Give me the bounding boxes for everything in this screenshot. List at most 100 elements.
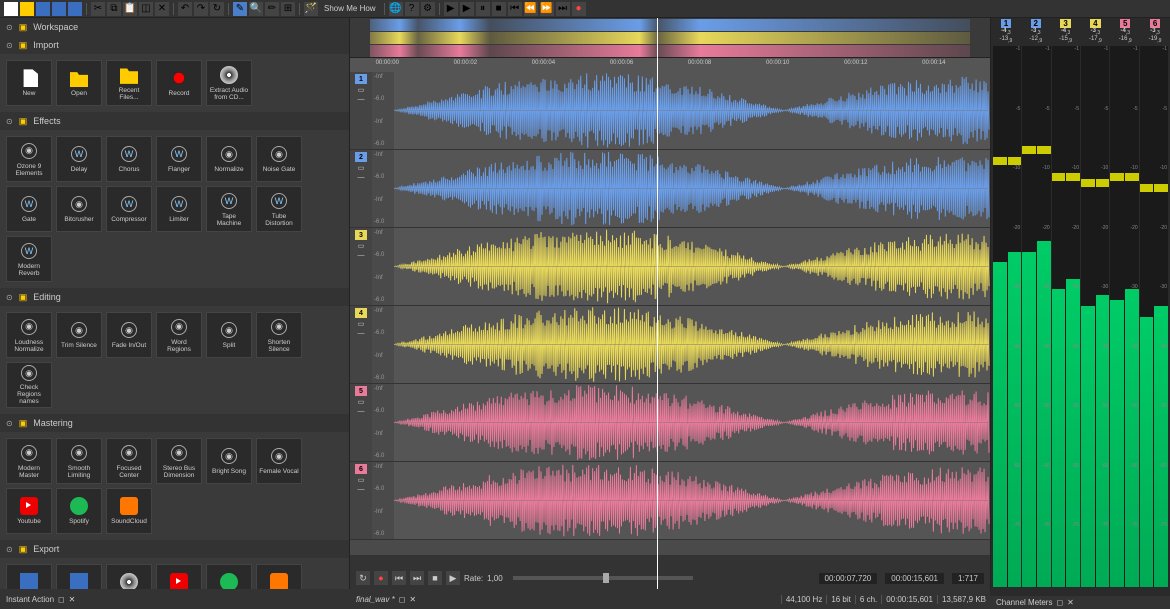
help-button[interactable]: ? xyxy=(405,2,419,16)
tool-modern-reverb[interactable]: WModern Reverb xyxy=(6,236,52,282)
stop-button[interactable]: ■ xyxy=(492,2,506,16)
show-me-how-icon[interactable]: 🪄 xyxy=(304,2,318,16)
rate-slider[interactable] xyxy=(513,576,693,580)
section-header-editing[interactable]: ⊙▣Editing xyxy=(0,288,349,306)
go-end-button[interactable]: ⏭ xyxy=(410,571,424,585)
stop-button[interactable]: ■ xyxy=(428,571,442,585)
record-button[interactable]: ● xyxy=(572,2,586,16)
close-icon[interactable]: ✕ xyxy=(1067,598,1074,607)
tool-recent-files-[interactable]: Recent Files... xyxy=(106,60,152,106)
pin-icon[interactable]: ◻ xyxy=(58,595,65,604)
tool-focused-center[interactable]: ◉Focused Center xyxy=(106,438,152,484)
track-minimize-icon[interactable]: ▭ xyxy=(358,398,365,406)
track-settings-icon[interactable]: — xyxy=(358,96,365,103)
track-header[interactable]: 3 ▭ — xyxy=(350,228,372,305)
tool-ozone-9-elements[interactable]: ◉Ozone 9 Elements xyxy=(6,136,52,182)
save-as-button[interactable] xyxy=(52,2,66,16)
track-settings-icon[interactable]: — xyxy=(358,486,365,493)
tool-spotify[interactable]: Spotify xyxy=(56,488,102,534)
track-minimize-icon[interactable]: ▭ xyxy=(358,164,365,172)
track-waveform[interactable] xyxy=(394,228,990,305)
loop-button[interactable]: ↻ xyxy=(356,571,370,585)
save-all-button[interactable] xyxy=(68,2,82,16)
track-header[interactable]: 4 ▭ — xyxy=(350,306,372,383)
tool-flanger[interactable]: WFlanger xyxy=(156,136,202,182)
settings-button[interactable]: ⚙ xyxy=(421,2,435,16)
track-header[interactable]: 6 ▭ — xyxy=(350,462,372,539)
tool-event-button[interactable]: ⊞ xyxy=(281,2,295,16)
go-start-button[interactable]: ⏮ xyxy=(392,571,406,585)
track-minimize-icon[interactable]: ▭ xyxy=(358,242,365,250)
play-button[interactable]: ▶ xyxy=(444,2,458,16)
pin-icon[interactable]: ◻ xyxy=(399,595,406,604)
pause-button[interactable]: ⏸ xyxy=(476,2,490,16)
play-all-button[interactable]: ▶ xyxy=(460,2,474,16)
track-minimize-icon[interactable]: ▭ xyxy=(358,476,365,484)
tool-bright-song[interactable]: ◉Bright Song xyxy=(206,438,252,484)
tool-bitcrusher[interactable]: ◉Bitcrusher xyxy=(56,186,102,232)
tool-shorten-silence[interactable]: ◉Shorten Silence xyxy=(256,312,302,358)
tool-open[interactable]: Open xyxy=(56,60,102,106)
tool-save-as-[interactable]: Save As... xyxy=(56,564,102,589)
tool-check-regions-names[interactable]: ◉Check Regions names xyxy=(6,362,52,408)
pin-icon[interactable]: ◻ xyxy=(1056,598,1063,607)
tool-magnify-button[interactable]: 🔍 xyxy=(249,2,263,16)
tool-stereo-bus-dimension[interactable]: ◉Stereo Bus Dimension xyxy=(156,438,202,484)
track-minimize-icon[interactable]: ▭ xyxy=(358,86,365,94)
delete-button[interactable]: ✕ xyxy=(155,2,169,16)
tool-chorus[interactable]: WChorus xyxy=(106,136,152,182)
tool-trim-silence[interactable]: ◉Trim Silence xyxy=(56,312,102,358)
tool-pencil-button[interactable]: ✏ xyxy=(265,2,279,16)
section-header-effects[interactable]: ⊙▣Effects xyxy=(0,112,349,130)
show-me-how-label[interactable]: Show Me How xyxy=(320,4,380,13)
tool-record[interactable]: Record xyxy=(156,60,202,106)
copy-button[interactable]: ⧉ xyxy=(107,2,121,16)
tool-soundcloud[interactable]: SoundCloud xyxy=(256,564,302,589)
tool-delay[interactable]: WDelay xyxy=(56,136,102,182)
open-button[interactable] xyxy=(20,2,34,16)
track-settings-icon[interactable]: — xyxy=(358,174,365,181)
tool-youtube[interactable]: Youtube xyxy=(6,488,52,534)
section-header-workspace[interactable]: ⊙▣Workspace xyxy=(0,18,349,36)
go-end-button[interactable]: ⏭ xyxy=(556,2,570,16)
mix-button[interactable]: ◫ xyxy=(139,2,153,16)
tool-tube-distortion[interactable]: WTube Distortion xyxy=(256,186,302,232)
track-header[interactable]: 2 ▭ — xyxy=(350,150,372,227)
save-button[interactable] xyxy=(36,2,50,16)
track-header[interactable]: 1 ▭ — xyxy=(350,72,372,149)
track-settings-icon[interactable]: — xyxy=(358,252,365,259)
tool-save[interactable]: Save xyxy=(6,564,52,589)
filename-tab[interactable]: final_wav * xyxy=(356,595,395,604)
track-waveform[interactable] xyxy=(394,150,990,227)
track-waveform[interactable] xyxy=(394,462,990,539)
overview-panel[interactable] xyxy=(350,18,990,58)
play-button[interactable]: ▶ xyxy=(446,571,460,585)
tool-noise-gate[interactable]: ◉Noise Gate xyxy=(256,136,302,182)
track-header[interactable]: 5 ▭ — xyxy=(350,384,372,461)
cut-button[interactable]: ✂ xyxy=(91,2,105,16)
tool-smooth-limiting[interactable]: ◉Smooth Limiting xyxy=(56,438,102,484)
track-settings-icon[interactable]: — xyxy=(358,330,365,337)
paste-button[interactable]: 📋 xyxy=(123,2,137,16)
globe-button[interactable]: 🌐 xyxy=(389,2,403,16)
tool-normalize[interactable]: ◉Normalize xyxy=(206,136,252,182)
rewind-button[interactable]: ⏪ xyxy=(524,2,538,16)
playhead[interactable] xyxy=(657,72,658,555)
tool-modern-master[interactable]: ◉Modern Master xyxy=(6,438,52,484)
section-header-mastering[interactable]: ⊙▣Mastering xyxy=(0,414,349,432)
tool-new[interactable]: New xyxy=(6,60,52,106)
close-icon[interactable]: ✕ xyxy=(69,595,76,604)
tool-limiter[interactable]: WLimiter xyxy=(156,186,202,232)
section-header-import[interactable]: ⊙▣Import xyxy=(0,36,349,54)
tool-edit-button[interactable]: ✎ xyxy=(233,2,247,16)
go-start-button[interactable]: ⏮ xyxy=(508,2,522,16)
repeat-button[interactable]: ↻ xyxy=(210,2,224,16)
track-waveform[interactable] xyxy=(394,72,990,149)
track-waveform[interactable] xyxy=(394,306,990,383)
track-settings-icon[interactable]: — xyxy=(358,408,365,415)
section-header-export[interactable]: ⊙▣Export xyxy=(0,540,349,558)
tool-burn-cd-[interactable]: Burn CD... xyxy=(106,564,152,589)
close-icon[interactable]: ✕ xyxy=(409,595,416,604)
tool-loudness-normalize[interactable]: ◉Loudness Normalize xyxy=(6,312,52,358)
tool-word-regions[interactable]: ◉Word Regions xyxy=(156,312,202,358)
